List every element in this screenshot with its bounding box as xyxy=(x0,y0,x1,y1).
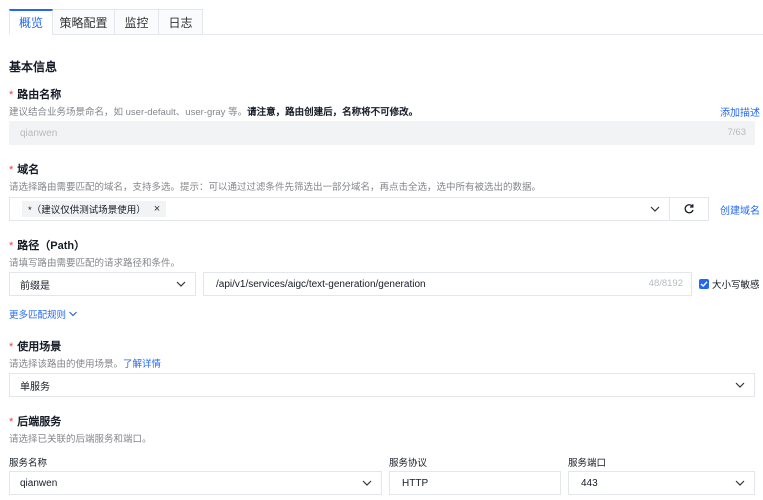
route-name-help-warning: 请注意，路由创建后，名称将不可修改。 xyxy=(247,107,419,118)
chevron-down-icon[interactable] xyxy=(649,203,661,215)
checkbox-checked-icon[interactable] xyxy=(699,279,709,289)
required-mark: * xyxy=(9,89,14,101)
route-name-help-text: 建议结合业务场景命名，如 user-default、user-gray 等。 xyxy=(9,107,248,118)
scenario-label-text: 使用场景 xyxy=(17,341,62,353)
more-match-rules-text: 更多匹配规则 xyxy=(9,310,67,321)
learn-more-link[interactable]: 了解详情 xyxy=(123,359,161,370)
scenario-value: 单服务 xyxy=(20,381,50,393)
tab-monitor[interactable]: 监控 xyxy=(115,9,159,35)
chevron-down-icon[interactable] xyxy=(734,379,746,391)
domain-tag: *（建议仅供测试场景使用） × xyxy=(22,201,167,217)
backend-label: * 后端服务 xyxy=(9,413,61,429)
required-mark: * xyxy=(9,240,14,252)
service-name-select[interactable]: qianwen xyxy=(9,471,382,495)
route-name-label: * 路由名称 xyxy=(9,86,61,102)
route-name-input[interactable]: qianwen 7/63 xyxy=(9,121,755,145)
tabs-divider xyxy=(204,34,763,35)
chevron-down-icon[interactable] xyxy=(175,278,187,290)
close-icon[interactable]: × xyxy=(154,203,160,215)
more-match-rules-link[interactable]: 更多匹配规则 xyxy=(9,307,78,321)
section-title: 基本信息 xyxy=(9,60,58,74)
path-match-type-select[interactable]: 前缀是 xyxy=(9,272,196,296)
service-port-label: 服务端口 xyxy=(568,458,607,469)
path-help: 请填写路由需要匹配的请求路径和条件。 xyxy=(9,258,181,269)
path-match-type-value: 前缀是 xyxy=(20,280,50,292)
domain-help: 请选择路由需要匹配的域名，支持多选。提示：可以通过过滤条件先筛选出一部分域名，再… xyxy=(9,182,542,193)
domain-select[interactable]: *（建议仅供测试场景使用） × xyxy=(9,197,670,221)
path-label-text: 路径（Path） xyxy=(17,240,86,252)
domain-label-text: 域名 xyxy=(17,164,40,176)
route-name-value: qianwen xyxy=(20,127,58,139)
service-protocol-label: 服务协议 xyxy=(389,458,428,469)
path-input[interactable]: /api/v1/services/aigc/text-generation/ge… xyxy=(203,272,692,296)
tab-overview[interactable]: 概览 xyxy=(9,9,53,35)
tab-policy-config[interactable]: 策略配置 xyxy=(53,9,115,35)
domain-tag-text: *（建议仅供测试场景使用） xyxy=(28,205,146,216)
service-port-select[interactable]: 443 xyxy=(568,471,755,495)
domain-label: * 域名 xyxy=(9,161,39,177)
route-name-counter: 7/63 xyxy=(727,127,747,138)
tab-bar: 概览 策略配置 监控 日志 xyxy=(9,9,203,35)
path-label: * 路径（Path） xyxy=(9,237,85,253)
required-mark: * xyxy=(9,164,14,176)
chevron-down-icon[interactable] xyxy=(734,477,746,489)
path-value: /api/v1/services/aigc/text-generation/ge… xyxy=(216,278,426,290)
backend-label-text: 后端服务 xyxy=(17,416,62,428)
service-protocol-value: HTTP xyxy=(402,477,429,489)
path-counter: 48/8192 xyxy=(648,278,683,289)
refresh-icon xyxy=(684,204,694,214)
case-sensitive-checkbox[interactable]: 大小写敏感 xyxy=(699,277,760,291)
scenario-select[interactable]: 单服务 xyxy=(9,373,755,397)
scenario-help-text: 请选择该路由的使用场景。 xyxy=(9,359,124,370)
case-sensitive-label: 大小写敏感 xyxy=(712,280,760,291)
chevron-down-icon[interactable] xyxy=(361,477,373,489)
create-domain-link[interactable]: 创建域名 xyxy=(720,202,760,217)
refresh-button[interactable] xyxy=(669,197,709,221)
required-mark: * xyxy=(9,341,14,353)
add-description-link[interactable]: 添加描述 xyxy=(720,104,760,119)
chevron-down-icon xyxy=(69,311,77,317)
service-name-label: 服务名称 xyxy=(9,458,48,469)
required-mark: * xyxy=(9,416,14,428)
scenario-help: 请选择该路由的使用场景。了解详情 xyxy=(9,356,161,370)
route-name-help: 建议结合业务场景命名，如 user-default、user-gray 等。请注… xyxy=(9,104,418,118)
service-port-value: 443 xyxy=(581,477,598,489)
service-protocol-field[interactable]: HTTP xyxy=(389,471,561,495)
service-name-value: qianwen xyxy=(20,477,58,489)
route-name-label-text: 路由名称 xyxy=(17,89,62,101)
tab-logs[interactable]: 日志 xyxy=(159,9,203,35)
scenario-label: * 使用场景 xyxy=(9,338,61,354)
backend-help: 请选择已关联的后端服务和端口。 xyxy=(9,434,152,445)
